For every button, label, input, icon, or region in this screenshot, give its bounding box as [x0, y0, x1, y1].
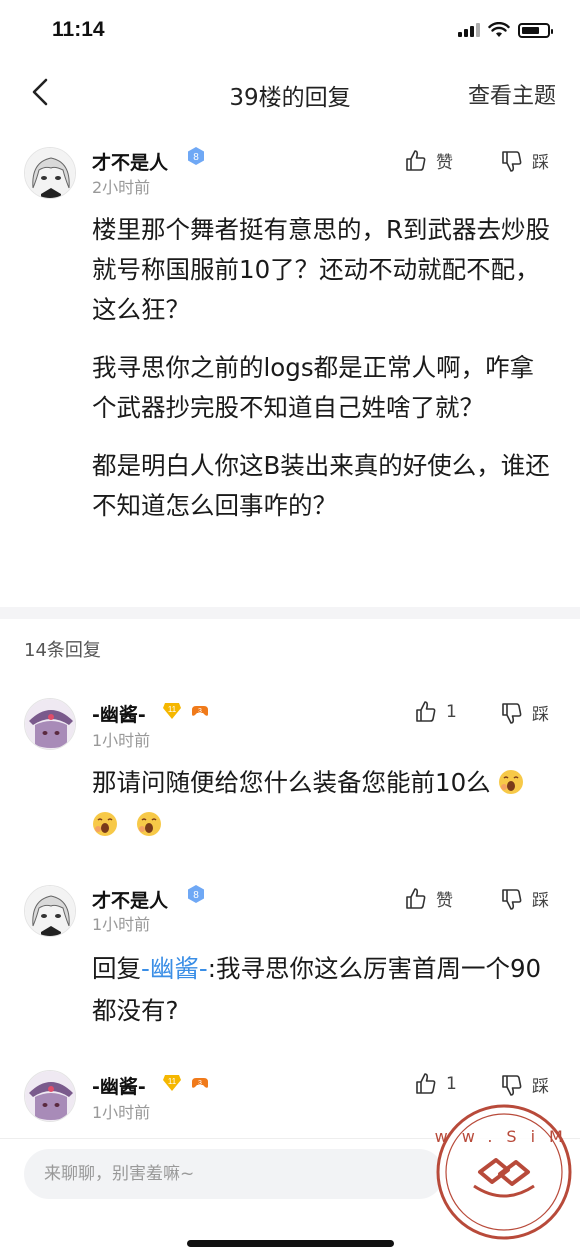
like-button[interactable]: 赞	[404, 886, 453, 911]
reply-count: 14条回复	[24, 640, 101, 661]
dislike-label: 踩	[532, 705, 549, 725]
like-count: 1	[446, 1074, 457, 1094]
gold-level-badge-icon: 11	[163, 1075, 181, 1091]
like-count: 1	[446, 702, 457, 722]
dislike-button[interactable]: 踩	[500, 148, 549, 173]
view-topic-link[interactable]: 查看主题	[468, 78, 556, 110]
mention-link[interactable]: -幽酱-	[141, 954, 208, 983]
yawn-emoji-icon	[499, 770, 524, 794]
watermark-text: 第一私募 www.SiMu001.cn	[434, 1127, 574, 1146]
yawn-emoji-icon	[136, 812, 161, 836]
post-time: 2小时前	[92, 178, 151, 197]
home-indicator[interactable]	[187, 1240, 394, 1247]
dislike-button[interactable]: 踩	[500, 886, 549, 911]
section-divider	[0, 607, 580, 619]
level-number: 11	[168, 705, 177, 714]
status-icons	[458, 22, 553, 38]
post-body: 楼里那个舞者挺有意思的，R到武器去炒股就号称国服前10了？还动不动就配不配，这么…	[92, 210, 552, 544]
level-number: 11	[168, 1077, 177, 1086]
dislike-button[interactable]: 踩	[500, 1072, 549, 1097]
like-button[interactable]: 1	[414, 700, 457, 724]
badge-number: 3	[198, 708, 202, 715]
gamepad-badge-icon: 3	[192, 1078, 208, 1088]
avatar[interactable]	[24, 1070, 76, 1122]
like-button[interactable]: 赞	[404, 148, 453, 173]
thumbs-up-icon	[406, 887, 426, 909]
watermark-stamp: 第一私募 www.SiMu001.cn	[434, 1104, 574, 1240]
reply-prefix: 回复	[92, 954, 141, 983]
status-bar: 11:14	[0, 0, 580, 62]
reply-username[interactable]: -幽酱-	[92, 1072, 146, 1099]
dislike-label: 踩	[532, 153, 549, 173]
like-button[interactable]: 1	[414, 1072, 457, 1096]
battery-icon	[518, 22, 553, 38]
thumbs-down-icon	[502, 150, 522, 172]
level-badge-icon: 8	[188, 885, 204, 903]
post-paragraph: 楼里那个舞者挺有意思的，R到武器去炒股就号称国服前10了？还动不动就配不配，这么…	[92, 215, 551, 324]
dislike-button[interactable]: 踩	[500, 700, 549, 725]
post-paragraph: 我寻思你之前的logs都是正常人啊，咋拿个武器抄完股不知道自己姓啥了就？	[92, 353, 535, 422]
badge-number: 3	[198, 1080, 202, 1087]
post-paragraph: 都是明白人你这B装出来真的好使么，谁还不知道怎么回事咋的？	[92, 451, 550, 520]
dislike-label: 踩	[532, 891, 549, 911]
like-label: 赞	[436, 891, 453, 911]
status-time: 11:14	[52, 18, 105, 41]
wifi-icon	[488, 22, 510, 37]
thumbs-up-icon	[416, 701, 436, 722]
reply-text-content: 那请问随便给您什么装备您能前10么	[92, 768, 491, 797]
avatar[interactable]	[24, 885, 76, 937]
nav-bar: 39楼的回复 查看主题	[0, 62, 580, 124]
reply-text: 那请问随便给您什么装备您能前10么	[92, 762, 552, 846]
yawn-emoji-icon	[93, 812, 117, 836]
reply-username[interactable]: -幽酱-	[92, 700, 146, 727]
cellular-signal-icon	[458, 23, 480, 37]
level-number: 8	[193, 152, 199, 163]
thumbs-down-icon	[502, 888, 522, 910]
post-username[interactable]: 才不是人	[92, 148, 168, 175]
reply-time: 1小时前	[92, 731, 151, 750]
like-label: 赞	[436, 153, 453, 173]
reply-username[interactable]: 才不是人	[92, 886, 168, 913]
level-number: 8	[193, 890, 199, 901]
thumbs-down-icon	[502, 702, 522, 724]
level-badge-icon: 8	[188, 147, 204, 165]
comment-input[interactable]: 来聊聊，别害羞嘛~	[24, 1149, 444, 1199]
avatar[interactable]	[24, 147, 76, 199]
reply-time: 1小时前	[92, 915, 151, 934]
reply-text: 回复-幽酱-:我寻思你这么厉害首周一个90都没有?	[92, 948, 552, 1032]
avatar[interactable]	[24, 698, 76, 750]
gamepad-badge-icon: 3	[192, 706, 208, 716]
gold-level-badge-icon: 11	[163, 703, 181, 719]
dislike-label: 踩	[532, 1077, 549, 1097]
thumbs-down-icon	[502, 1074, 522, 1096]
thumbs-up-icon	[406, 149, 426, 171]
reply-time: 1小时前	[92, 1103, 151, 1122]
thumbs-up-icon	[416, 1073, 436, 1094]
